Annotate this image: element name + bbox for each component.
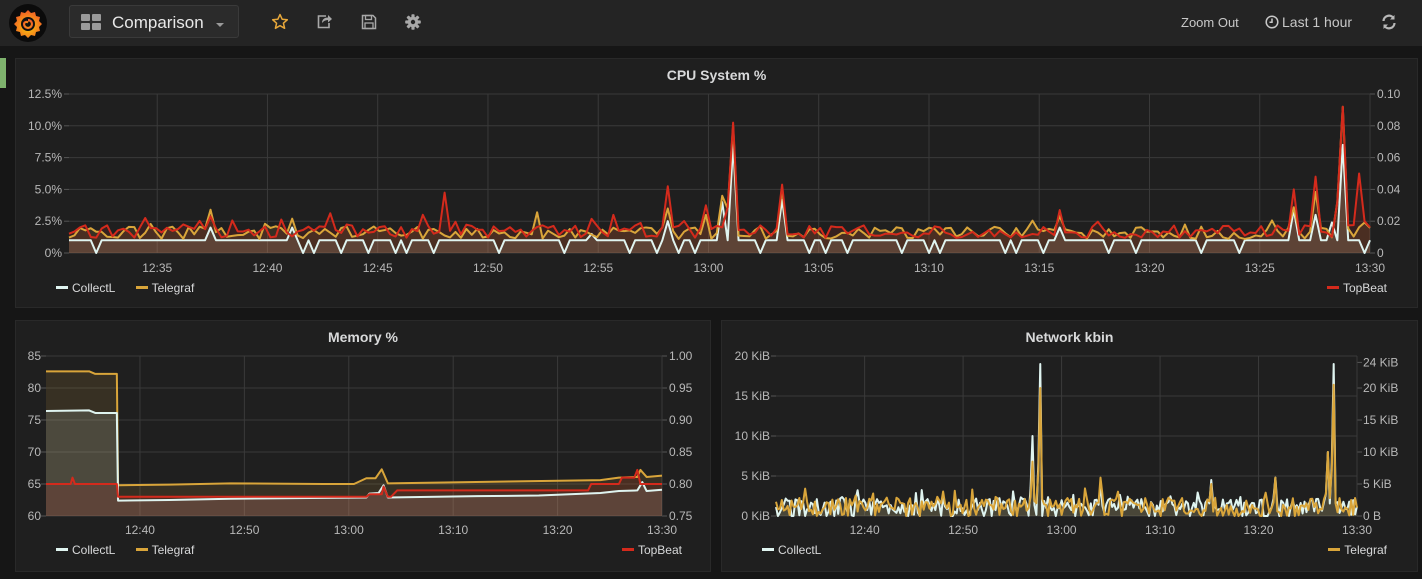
panel-network-kbin: Network kbin 0 KiB 5 KiB 10 KiB 15 KiB 20 Ki… <box>721 320 1418 572</box>
legend-label: CollectL <box>72 281 116 295</box>
time-range-picker[interactable]: Last 1 hour <box>1265 14 1352 32</box>
top-navbar: Comparison Zoom Out Last 1 hour <box>0 0 1422 46</box>
save-icon[interactable] <box>359 12 379 32</box>
legend-item-collectl[interactable]: CollectL <box>762 543 821 557</box>
legend-swatch <box>56 548 68 552</box>
legend-label: Telegraf <box>151 543 195 557</box>
caret-down-icon <box>216 23 224 27</box>
panel-memory: Memory % 60 65 70 75 80 85 0.75 0.80 0.85 0.90 0.9… <box>15 320 711 572</box>
zoom-out-button[interactable]: Zoom Out <box>1181 15 1239 30</box>
row-collapse-marker[interactable] <box>0 58 6 88</box>
legend-item-telegraf[interactable]: Telegraf <box>135 281 195 295</box>
grafana-logo-icon[interactable] <box>9 4 47 42</box>
panel-cpu-system: CPU System % 0% 2.5% 5.0% 7.5% 10.0% 12.5% 0 0.… <box>15 58 1418 308</box>
dashboard-grid-icon <box>81 14 103 30</box>
dashboard-title: Comparison <box>112 13 204 32</box>
legend-label: Telegraf <box>1344 543 1387 557</box>
legend-label: CollectL <box>72 543 116 557</box>
legend-swatch <box>56 286 68 290</box>
legend-item-topbeat[interactable]: TopBeat <box>621 543 682 557</box>
legend-swatch <box>135 286 148 290</box>
memory-legend: CollectL Telegraf TopBeat <box>16 321 712 573</box>
legend-swatch <box>135 548 148 552</box>
legend-label: TopBeat <box>1342 281 1387 295</box>
share-icon[interactable] <box>314 12 334 32</box>
legend-item-telegraf[interactable]: Telegraf <box>135 543 195 557</box>
refresh-icon[interactable] <box>1380 13 1400 33</box>
gear-icon[interactable] <box>403 12 423 32</box>
star-icon[interactable] <box>270 12 290 32</box>
legend-item-collectl[interactable]: CollectL <box>56 281 115 295</box>
network-legend: CollectL Telegraf <box>722 321 1419 573</box>
legend-swatch <box>1326 286 1339 290</box>
time-range-label: Last 1 hour <box>1282 14 1353 30</box>
legend-swatch <box>762 548 774 552</box>
legend-item-collectl[interactable]: CollectL <box>56 543 115 557</box>
legend-item-telegraf[interactable]: Telegraf <box>1328 543 1387 557</box>
dashboard-picker-button[interactable]: Comparison <box>69 5 239 38</box>
cpu-legend: CollectL Telegraf TopBeat <box>16 59 1419 309</box>
legend-label: TopBeat <box>637 543 682 557</box>
legend-swatch <box>621 548 634 552</box>
legend-swatch <box>1328 548 1341 552</box>
legend-item-topbeat[interactable]: TopBeat <box>1326 281 1387 295</box>
clock-icon <box>1265 15 1279 32</box>
legend-label: CollectL <box>778 543 822 557</box>
legend-label: Telegraf <box>151 281 195 295</box>
